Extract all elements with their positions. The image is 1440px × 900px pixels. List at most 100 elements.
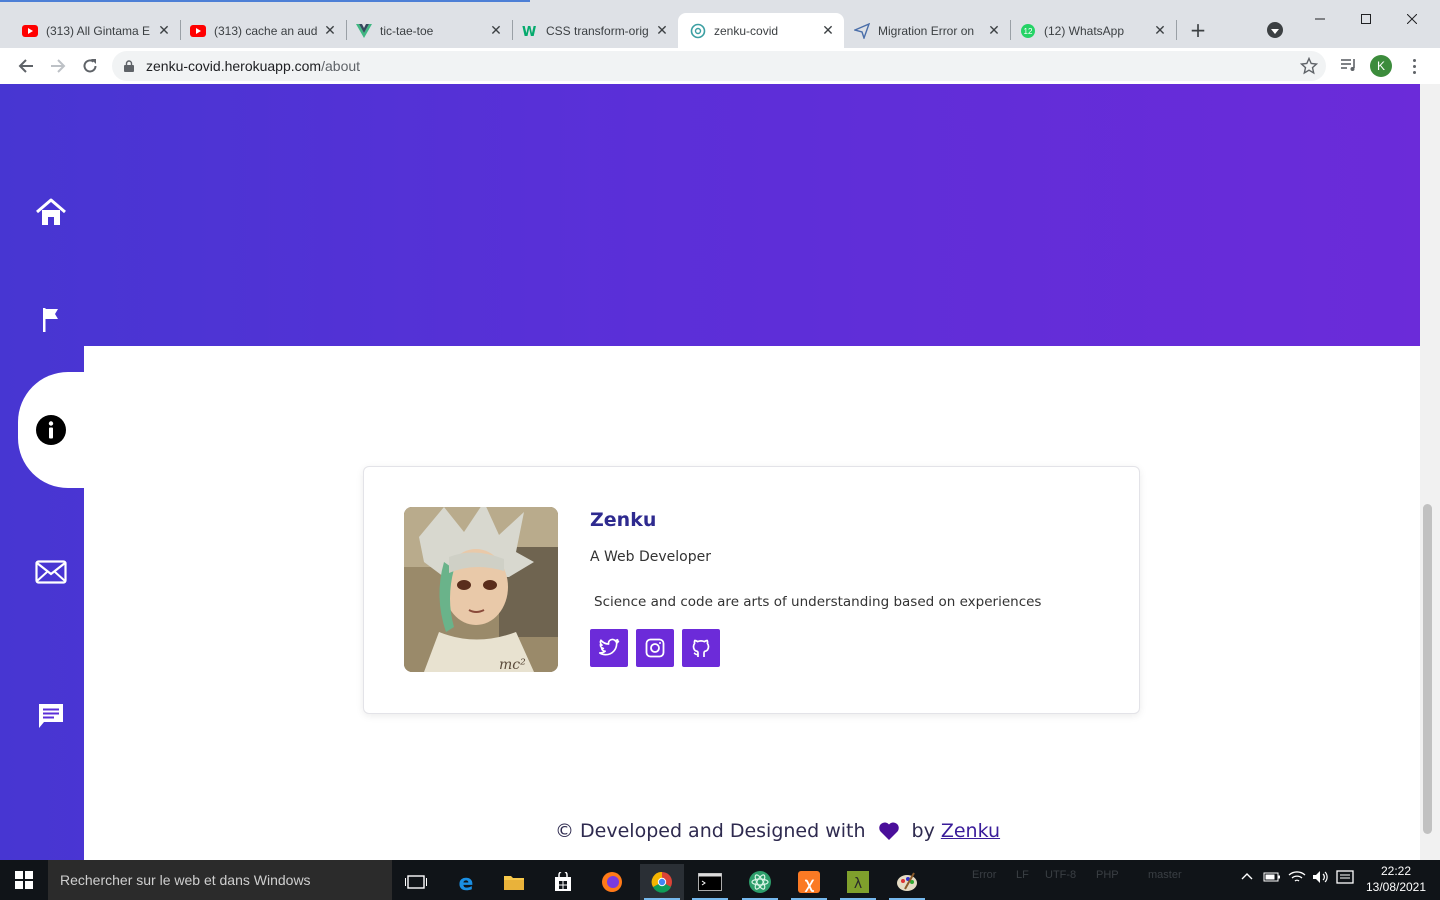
url-host: zenku-covid.herokuapp.com: [146, 58, 322, 74]
send-icon: [854, 22, 870, 39]
minimize-button[interactable]: [1297, 8, 1343, 30]
lock-icon: [124, 60, 134, 72]
profile-quote: Science and code are arts of understandi…: [594, 594, 1042, 610]
tray-chevron-icon[interactable]: [1240, 870, 1254, 884]
svg-text:12: 12: [1024, 27, 1033, 36]
close-tab-icon[interactable]: ✕: [1152, 23, 1168, 39]
mail-icon: [35, 560, 67, 584]
sidebar-item-home[interactable]: [18, 154, 84, 270]
ghost-status-encoding: UTF-8: [1045, 869, 1077, 881]
taskbar-search-box[interactable]: Rechercher sur le web et dans Windows: [48, 860, 392, 900]
media-control-icon[interactable]: [1340, 56, 1358, 74]
ghost-status-error: Error: [972, 869, 997, 881]
sublime-app[interactable]: λ: [836, 864, 880, 900]
twitter-button[interactable]: [590, 629, 628, 667]
xampp-app[interactable]: ꭓ: [787, 864, 831, 900]
terminal-app[interactable]: [688, 864, 732, 900]
browser-menu-icon[interactable]: [1404, 56, 1424, 76]
sidebar-item-flag[interactable]: [18, 262, 84, 378]
task-view-button[interactable]: [394, 864, 438, 900]
heroku-icon: [690, 23, 706, 39]
edge-icon: e: [459, 871, 474, 893]
tab-title: (12) WhatsApp: [1044, 23, 1125, 38]
tab-search-button[interactable]: [1267, 22, 1283, 38]
profile-role: A Web Developer: [590, 549, 712, 565]
tab-css-transform[interactable]: W CSS transform-orig ✕: [500, 13, 678, 48]
whatsapp-icon: 12: [1020, 23, 1036, 39]
clock-time: 22:22: [1380, 864, 1412, 878]
close-tab-icon[interactable]: ✕: [654, 23, 670, 39]
profile-card: mc² Zenku A Web Developer Science and co…: [363, 466, 1140, 714]
clock-date: 13/08/2021: [1365, 880, 1427, 894]
reload-button[interactable]: [78, 54, 102, 78]
tab-youtube-gintama[interactable]: (313) All Gintama E ✕: [0, 13, 180, 48]
atom-app[interactable]: [738, 864, 782, 900]
tab-title: zenku-covid: [714, 23, 779, 38]
atom-icon: [749, 871, 771, 893]
sidebar-item-contact[interactable]: [18, 514, 84, 630]
info-icon: [36, 415, 66, 445]
back-button[interactable]: [14, 54, 38, 78]
windows-logo-icon: [15, 871, 33, 889]
tab-title: tic-tae-toe: [380, 23, 434, 38]
battery-icon[interactable]: [1263, 870, 1281, 887]
close-tab-icon[interactable]: ✕: [820, 23, 836, 39]
github-button[interactable]: [682, 629, 720, 667]
bookmark-star-icon[interactable]: [1300, 57, 1318, 75]
tab-separator: [1176, 20, 1177, 40]
close-window-button[interactable]: [1389, 8, 1435, 30]
tab-zenku-covid[interactable]: zenku-covid ✕: [678, 13, 844, 48]
home-icon: [36, 198, 66, 225]
svg-text:mc²: mc²: [499, 657, 526, 672]
svg-text:e: e: [459, 871, 474, 893]
youtube-icon: [190, 23, 206, 39]
file-explorer-app[interactable]: [492, 864, 536, 900]
scrollbar-thumb[interactable]: [1423, 504, 1432, 834]
w3-icon: W: [522, 23, 538, 39]
tab-youtube-cache[interactable]: (313) cache an aud ✕: [168, 13, 346, 48]
notifications-icon[interactable]: [1336, 870, 1354, 889]
profile-avatar[interactable]: K: [1370, 55, 1392, 77]
twitter-icon: [598, 638, 620, 656]
xampp-icon: ꭓ: [798, 871, 820, 893]
wifi-icon[interactable]: [1288, 870, 1306, 887]
instagram-icon: [645, 638, 665, 658]
tab-migration-error[interactable]: Migration Error on ✕: [844, 13, 1010, 48]
chrome-app[interactable]: [640, 864, 684, 900]
svg-text:W: W: [522, 25, 536, 38]
heart-icon: [878, 822, 899, 840]
instagram-button[interactable]: [636, 629, 674, 667]
profile-avatar-image: mc²: [404, 507, 558, 672]
footer-author-link[interactable]: Zenku: [941, 820, 1000, 842]
firefox-icon: [602, 872, 622, 892]
github-icon: [692, 639, 710, 657]
forward-button[interactable]: [46, 54, 70, 78]
ghost-status-lf: LF: [1016, 869, 1029, 881]
address-bar[interactable]: zenku-covid.herokuapp.com/about: [112, 51, 1326, 81]
terminal-icon: [698, 873, 722, 891]
firefox-app[interactable]: [590, 864, 634, 900]
chat-icon: [39, 704, 63, 728]
windows-taskbar: Rechercher sur le web et dans Windows e …: [0, 860, 1440, 900]
tab-whatsapp[interactable]: 12 (12) WhatsApp ✕: [1010, 13, 1176, 48]
close-tab-icon[interactable]: ✕: [986, 23, 1002, 39]
start-button[interactable]: [0, 860, 48, 900]
url-text[interactable]: zenku-covid.herokuapp.com/about: [146, 58, 360, 74]
taskbar-clock[interactable]: 22:22 13/08/2021: [1364, 863, 1428, 895]
maximize-button[interactable]: [1343, 8, 1389, 30]
paint-palette-icon: [897, 872, 917, 891]
store-icon: [555, 872, 571, 891]
sidebar-item-chat[interactable]: [18, 658, 84, 774]
youtube-icon: [22, 23, 38, 39]
tab-tic-tae-toe[interactable]: tic-tae-toe ✕: [334, 13, 512, 48]
edge-app[interactable]: e: [444, 864, 488, 900]
paint-app[interactable]: [885, 864, 929, 900]
footer-text: © Developed and Designed with: [555, 820, 866, 842]
new-tab-button[interactable]: +: [1187, 18, 1209, 42]
page-scrollbar[interactable]: [1420, 84, 1440, 860]
volume-icon[interactable]: [1312, 870, 1330, 887]
vue-icon: [356, 23, 372, 39]
store-app[interactable]: [541, 864, 585, 900]
ghost-status-branch: master: [1148, 869, 1182, 881]
browser-toolbar: zenku-covid.herokuapp.com/about K: [0, 48, 1440, 84]
